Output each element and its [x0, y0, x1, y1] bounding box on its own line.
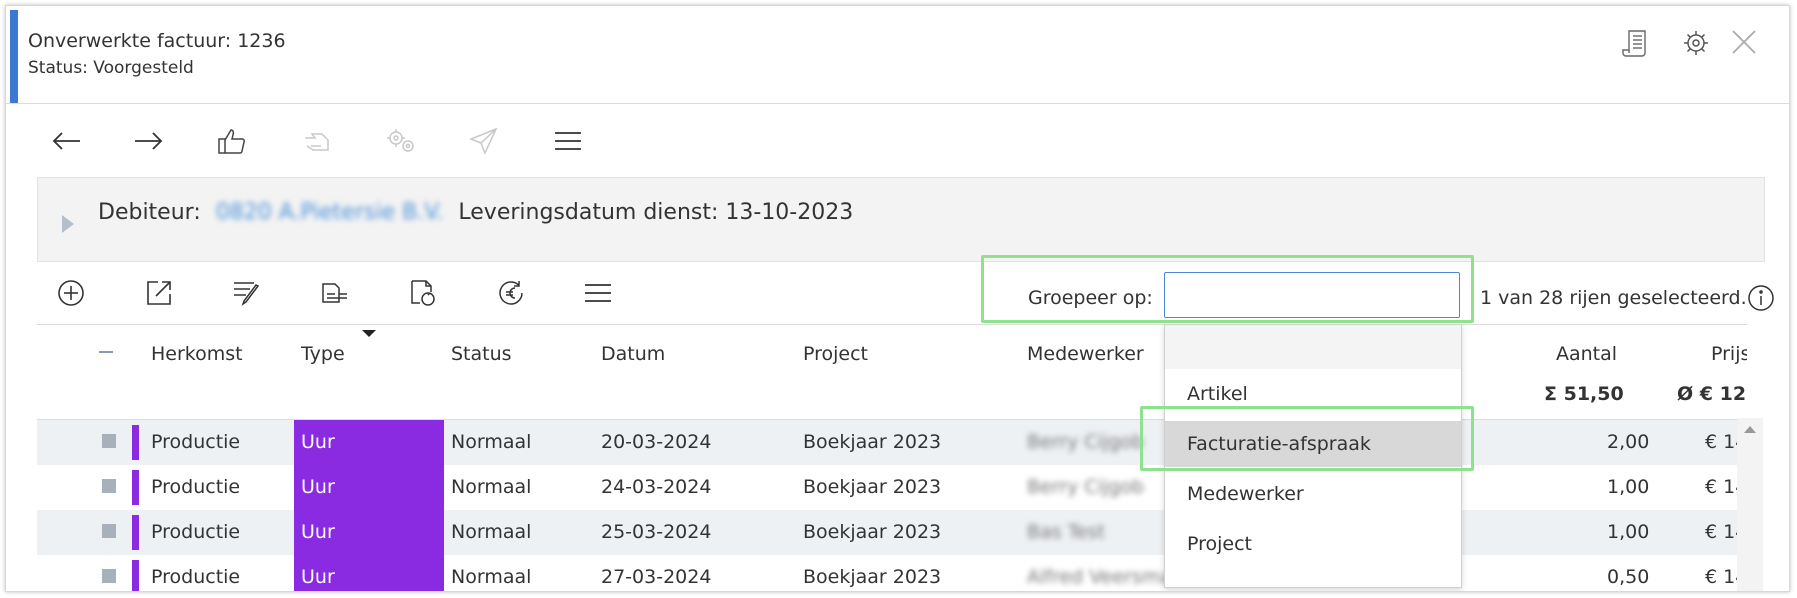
cell-project: Boekjaar 2023 [803, 521, 942, 543]
header-divider [6, 103, 1789, 104]
col-project[interactable]: Project [803, 343, 868, 365]
gears-icon [384, 126, 420, 156]
cell-status: Normaal [451, 566, 532, 588]
scroll-up-icon[interactable] [1744, 426, 1756, 433]
cell-status: Normaal [451, 521, 532, 543]
arrow-right-icon[interactable] [133, 129, 163, 153]
grid-menu-icon[interactable] [584, 282, 612, 304]
cell-aantal: 2,00 [1607, 431, 1650, 453]
select-all-toggle[interactable] [99, 351, 113, 353]
row-color-marker [132, 470, 139, 505]
col-aantal[interactable]: Aantal [1556, 343, 1617, 365]
row-checkbox[interactable] [102, 479, 116, 493]
cell-aantal: 1,00 [1607, 521, 1650, 543]
cell-project: Boekjaar 2023 [803, 431, 942, 453]
row-checkbox[interactable] [102, 524, 116, 538]
expand-toggle[interactable] [62, 215, 74, 233]
cell-project: Boekjaar 2023 [803, 566, 942, 588]
selection-info: 1 van 28 rijen geselecteerd. [1480, 287, 1747, 309]
row-checkbox[interactable] [102, 434, 116, 448]
table-row[interactable]: Productie Uur Normaal 27-03-2024 Boekjaa… [37, 555, 1747, 591]
status-text: Status: Voorgesteld [28, 58, 194, 78]
accent-bar [10, 10, 18, 103]
open-external-icon[interactable] [144, 278, 174, 308]
page-title: Onverwerkte factuur: 1236 [28, 30, 286, 52]
col-status[interactable]: Status [451, 343, 512, 365]
row-color-marker [132, 425, 139, 460]
group-by-label: Groepeer op: [1028, 287, 1153, 309]
cell-type: Uur [294, 420, 444, 465]
cell-project: Boekjaar 2023 [803, 476, 942, 498]
col-prijs[interactable]: Prijs [1677, 343, 1747, 365]
cell-medewerker: Berry Cijgob [1027, 431, 1144, 453]
thumbs-up-icon[interactable] [217, 126, 249, 156]
thumbs-down-icon [301, 126, 333, 156]
cell-type: Uur [294, 465, 444, 510]
form-icon[interactable] [320, 278, 350, 308]
debtor-line: Debiteur: 0820 A.Pietersie B.V. Levering… [98, 200, 853, 225]
col-herkomst[interactable]: Herkomst [151, 343, 243, 365]
row-color-marker [132, 560, 139, 591]
avg-prijs: Ø € 123,6 [1677, 383, 1747, 405]
close-icon[interactable] [1730, 28, 1758, 56]
col-type[interactable]: Type [301, 343, 345, 365]
cell-type: Uur [294, 510, 444, 555]
cell-herkomst: Productie [151, 566, 241, 588]
debtor-value[interactable]: 0820 A.Pietersie B.V. [216, 200, 444, 225]
row-checkbox[interactable] [102, 569, 116, 583]
dropdown-option-project[interactable]: Project [1165, 521, 1461, 567]
cell-herkomst: Productie [151, 431, 241, 453]
cell-status: Normaal [451, 476, 532, 498]
cell-medewerker: Alfred Veersman [1027, 566, 1184, 588]
dropdown-empty-option[interactable] [1165, 325, 1461, 369]
gear-icon[interactable] [1681, 28, 1711, 58]
table-row[interactable]: Productie Uur Normaal 24-03-2024 Boekjaa… [37, 465, 1747, 510]
delivery-date: Leveringsdatum dienst: 13-10-2023 [458, 200, 854, 225]
cell-datum: 20-03-2024 [601, 431, 712, 453]
sort-indicator-icon [362, 330, 376, 337]
debtor-label: Debiteur: [98, 200, 201, 225]
add-circle-icon[interactable] [56, 278, 86, 308]
dropdown-option-artikel[interactable]: Artikel [1165, 371, 1461, 417]
cell-type: Uur [294, 555, 444, 591]
menu-icon[interactable] [554, 130, 582, 152]
edit-lines-icon[interactable] [232, 278, 262, 308]
cell-aantal: 1,00 [1607, 476, 1650, 498]
grid-scrollbar[interactable] [1737, 418, 1763, 591]
sum-aantal: Σ 51,50 [1544, 383, 1624, 405]
table-row[interactable]: Productie Uur Normaal 25-03-2024 Boekjaa… [37, 510, 1747, 555]
cell-herkomst: Productie [151, 521, 241, 543]
col-medewerker[interactable]: Medewerker [1027, 343, 1144, 365]
invoice-lines-grid: Herkomst Type Status Datum Project Medew… [37, 324, 1747, 591]
cell-medewerker: Bas Test [1027, 521, 1106, 543]
send-icon [469, 127, 499, 155]
cell-aantal: 0,50 [1607, 566, 1650, 588]
row-color-marker [132, 515, 139, 550]
dropdown-option-facturatie-afspraak[interactable]: Facturatie-afspraak [1165, 421, 1461, 467]
col-datum[interactable]: Datum [601, 343, 665, 365]
invoice-window: Onverwerkte factuur: 1236 Status: Voorge… [5, 5, 1790, 592]
cell-datum: 24-03-2024 [601, 476, 712, 498]
info-icon[interactable] [1747, 284, 1775, 312]
cell-datum: 27-03-2024 [601, 566, 712, 588]
cell-datum: 25-03-2024 [601, 521, 712, 543]
invoice-summary-panel: Debiteur: 0820 A.Pietersie B.V. Levering… [37, 177, 1765, 262]
cell-herkomst: Productie [151, 476, 241, 498]
cell-status: Normaal [451, 431, 532, 453]
report-icon[interactable] [1621, 28, 1651, 58]
arrow-left-icon[interactable] [52, 129, 82, 153]
euro-cycle-icon[interactable] [496, 278, 526, 308]
dropdown-option-medewerker[interactable]: Medewerker [1165, 471, 1461, 517]
group-by-dropdown: Artikel Facturatie-afspraak Medewerker P… [1164, 324, 1462, 588]
table-row[interactable]: Productie Uur Normaal 20-03-2024 Boekjaa… [37, 420, 1747, 465]
group-by-input[interactable] [1164, 272, 1460, 318]
document-refresh-icon[interactable] [408, 278, 438, 308]
cell-medewerker: Berry Cijgob [1027, 476, 1144, 498]
